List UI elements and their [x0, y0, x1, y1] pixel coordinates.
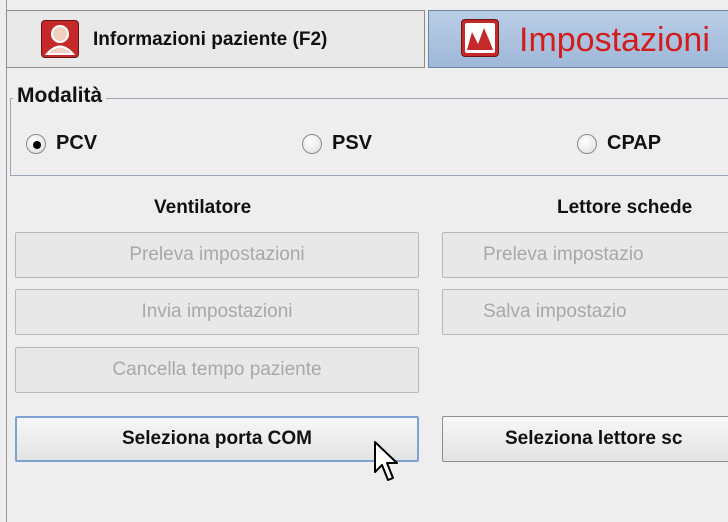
radio-psv-label: PSV	[332, 132, 373, 154]
patient-icon	[41, 20, 79, 58]
radio-psv[interactable]: PSV	[302, 132, 372, 155]
radio-cpap-circle[interactable]	[577, 133, 597, 154]
radio-cpap-label: CPAP	[607, 132, 662, 154]
salva-impostazioni-card-button[interactable]: Salva impostazio	[442, 289, 728, 335]
tab-patient-info[interactable]: Informazioni paziente (F2)	[6, 10, 425, 68]
ventilatore-title: Ventilatore	[154, 197, 252, 218]
settings-graph-icon	[461, 19, 499, 57]
tab-patient-info-label: Informazioni paziente (F2)	[93, 29, 328, 50]
preleva-impostazioni-card-button[interactable]: Preleva impostazio	[442, 232, 728, 278]
preleva-impostazioni-button[interactable]: Preleva impostazioni	[15, 232, 419, 278]
radio-pcv-label: PCV	[56, 132, 98, 154]
radio-cpap[interactable]: CPAP	[577, 132, 661, 155]
radio-pcv[interactable]: PCV	[26, 132, 97, 155]
seleziona-porta-com-button[interactable]: Seleziona porta COM	[15, 416, 419, 462]
tab-settings-label: Impostazioni	[519, 21, 710, 59]
radio-pcv-circle[interactable]	[26, 133, 46, 154]
modalita-title: Modalità	[13, 84, 107, 108]
lettore-schede-title: Lettore schede	[557, 197, 693, 218]
invia-impostazioni-button[interactable]: Invia impostazioni	[15, 289, 419, 335]
seleziona-lettore-schede-button[interactable]: Seleziona lettore sc	[442, 416, 728, 462]
mouse-cursor-icon	[373, 440, 403, 486]
cancella-tempo-paziente-button[interactable]: Cancella tempo paziente	[15, 347, 419, 393]
radio-psv-circle[interactable]	[302, 133, 322, 154]
tab-settings[interactable]: Impostazioni	[428, 10, 728, 68]
